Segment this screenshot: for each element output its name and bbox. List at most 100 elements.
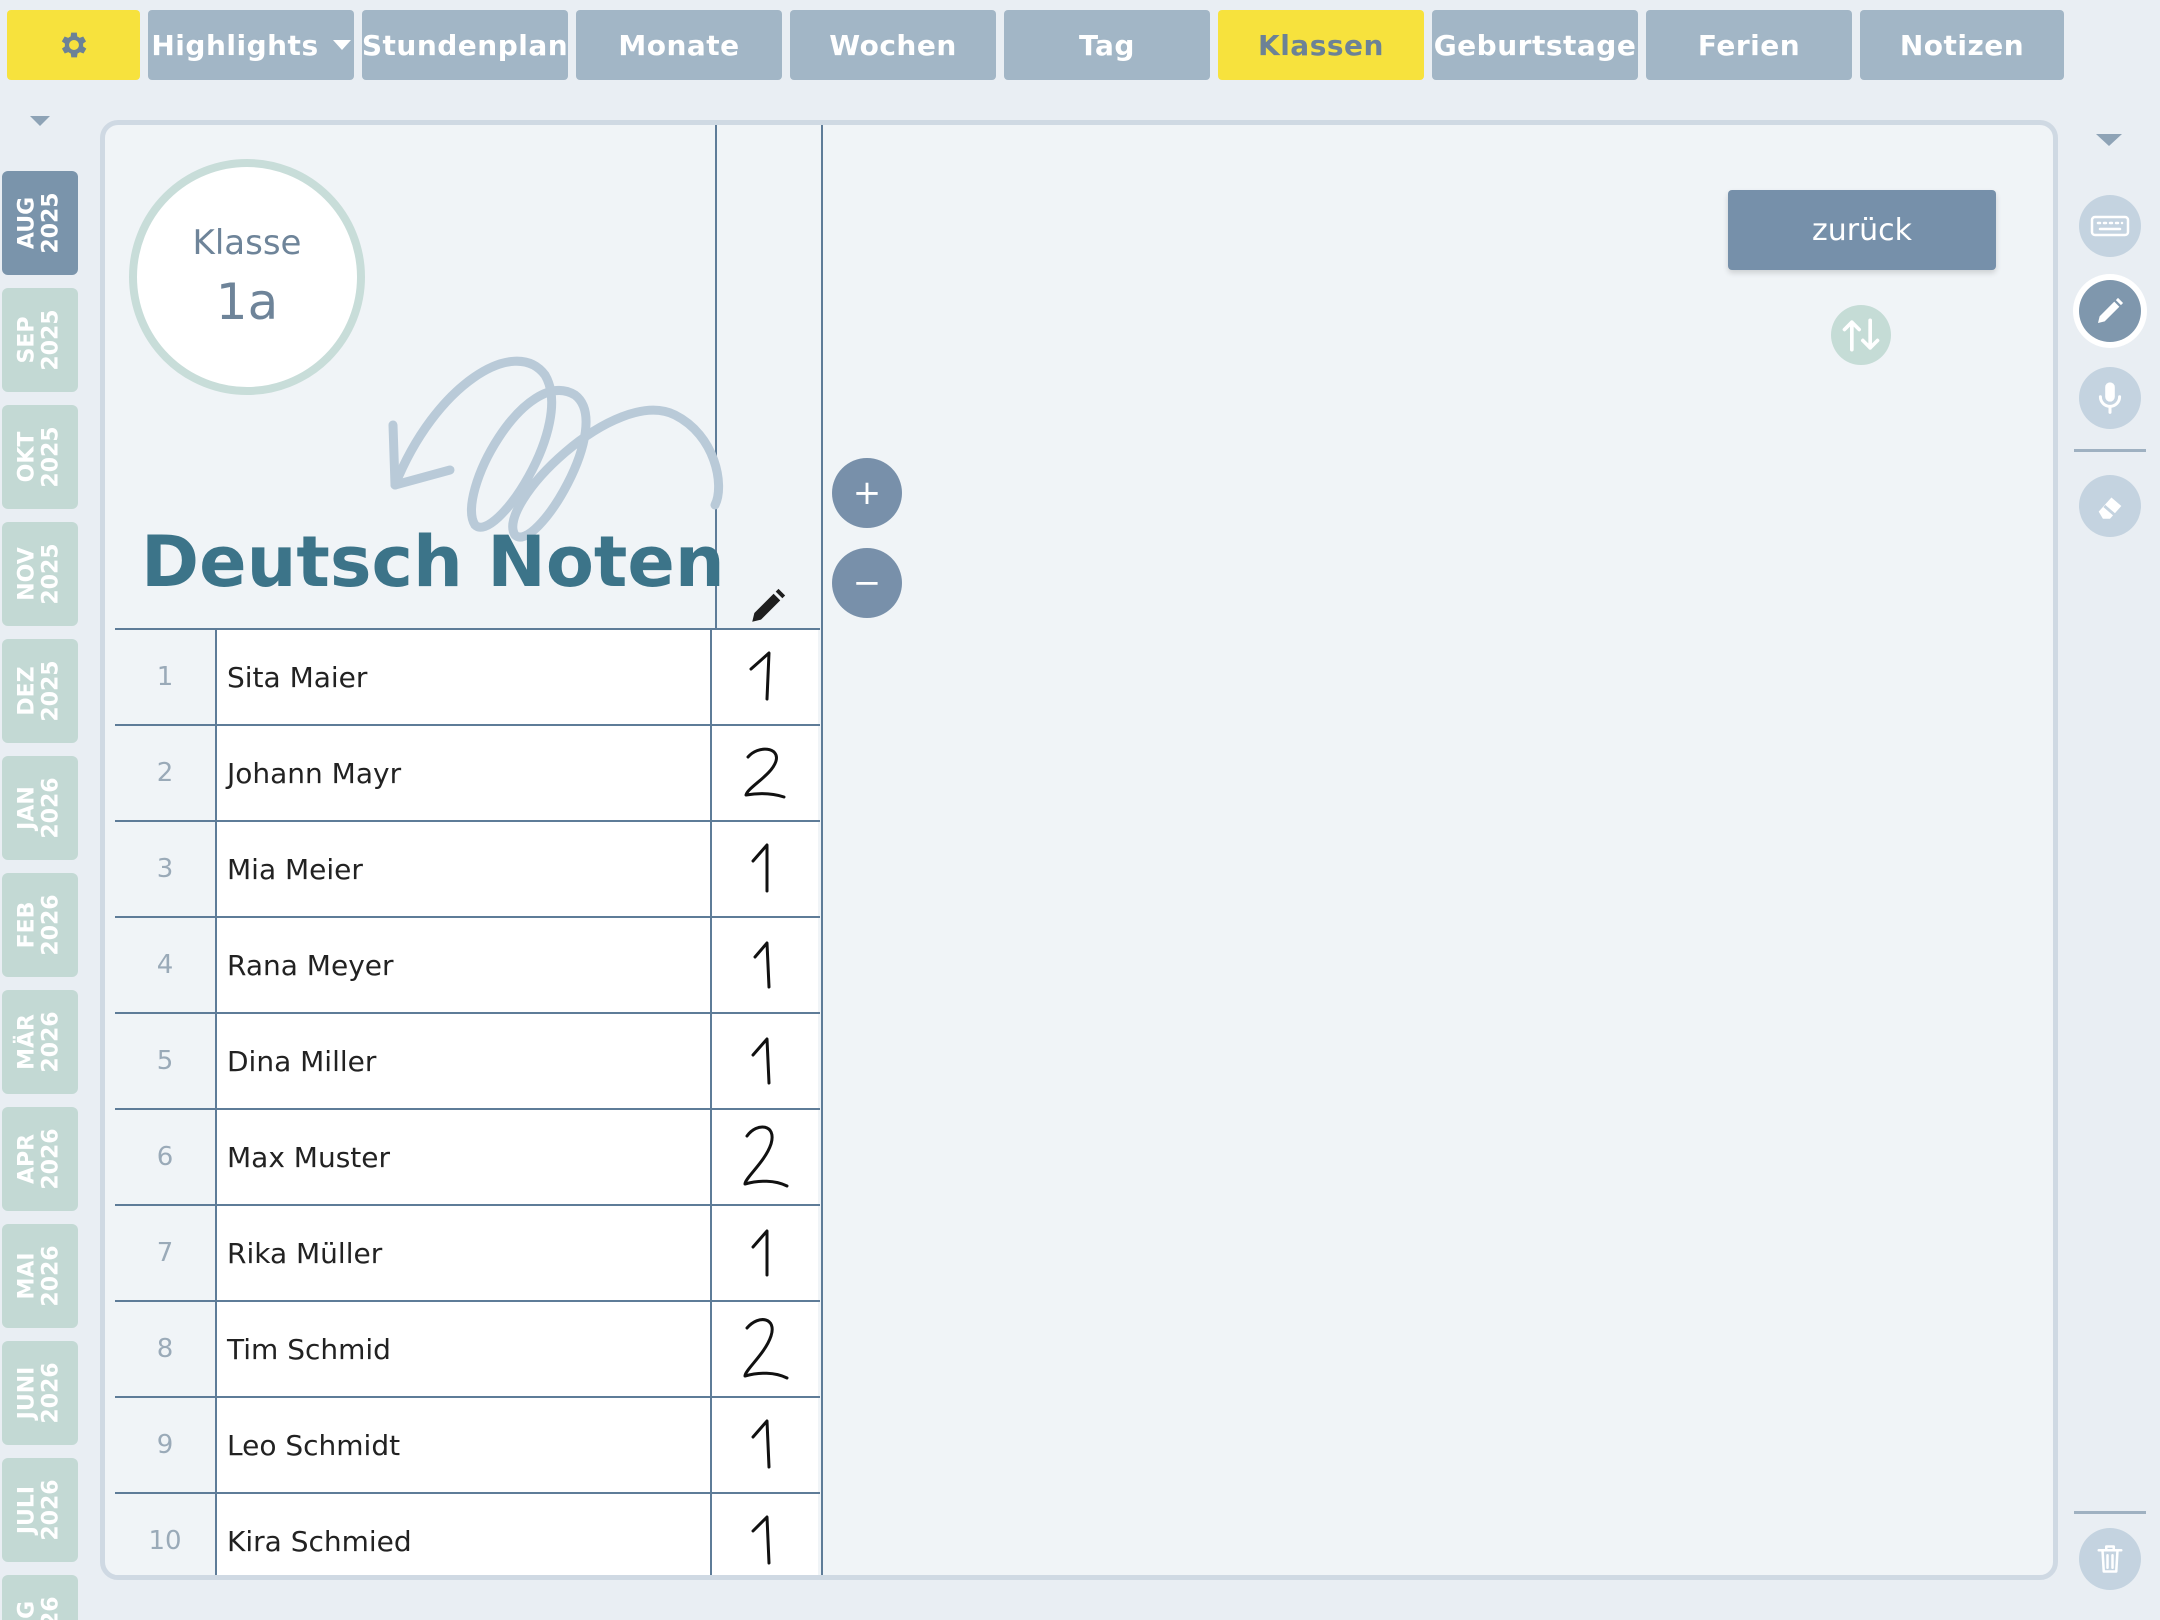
month-tab-juli-2026[interactable]: JULI 2026	[2, 1458, 78, 1562]
month-tab-sep-2025[interactable]: SEP 2025	[2, 288, 78, 392]
trash-icon	[2097, 1545, 2123, 1573]
remove-column-button[interactable]: −	[832, 548, 902, 618]
row-number: 1	[115, 630, 215, 724]
grade-list-panel: Klasse 1a Deutsch Noten 1 Sita Maier 2 J…	[100, 120, 2058, 1580]
month-year: 2026	[38, 777, 64, 839]
handwritten-grade-1	[751, 1419, 771, 1469]
student-name: Rika Müller	[215, 1206, 712, 1300]
grade-cell[interactable]	[712, 1014, 818, 1108]
month-year: 2026	[38, 894, 64, 956]
tab-klassen[interactable]: Klassen	[1218, 10, 1424, 80]
tab-label: Geburtstage	[1433, 28, 1637, 62]
tab-stundenplan[interactable]: Stundenplan	[362, 10, 568, 80]
month-tab-jan-2026[interactable]: JAN 2026	[2, 756, 78, 860]
month-tab-maer-2026[interactable]: MÄR 2026	[2, 990, 78, 1094]
tab-geburtstage[interactable]: Geburtstage	[1432, 10, 1638, 80]
row-number: 3	[115, 822, 215, 916]
table-row[interactable]: 4 Rana Meyer	[115, 916, 820, 1012]
month-year: 2026	[39, 1596, 64, 1620]
tab-notizen[interactable]: Notizen	[1860, 10, 2064, 80]
month-tab-aug-2025[interactable]: AUG 2025	[2, 171, 78, 275]
table-row[interactable]: 7 Rika Müller	[115, 1204, 820, 1300]
month-tab-mai-2026[interactable]: MAI 2026	[2, 1224, 78, 1328]
month-tab-feb-2026[interactable]: FEB 2026	[2, 873, 78, 977]
month-year: 2025	[38, 426, 64, 488]
tab-label: Ferien	[1697, 28, 1801, 62]
pencil-tool-button[interactable]	[2079, 280, 2141, 342]
month-year: 2025	[38, 192, 64, 254]
table-row[interactable]: 5 Dina Miller	[115, 1012, 820, 1108]
class-badge-label: Klasse	[192, 223, 302, 263]
row-number: 10	[115, 1494, 215, 1575]
tab-tag[interactable]: Tag	[1004, 10, 1210, 80]
tab-label: Highlights	[151, 28, 319, 62]
table-row[interactable]: 6 Max Muster	[115, 1108, 820, 1204]
month-tab-aug-2026[interactable]: AUG2026	[2, 1575, 78, 1620]
student-name: Sita Maier	[215, 630, 712, 724]
add-column-button[interactable]: +	[832, 458, 902, 528]
eraser-tool-button[interactable]	[2079, 475, 2141, 537]
back-button[interactable]: zurück	[1728, 190, 1996, 270]
microphone-tool-button[interactable]	[2079, 367, 2141, 429]
month-tab-apr-2026[interactable]: APR 2026	[2, 1107, 78, 1211]
class-badge-name: 1a	[215, 273, 279, 331]
month-tab-okt-2025[interactable]: OKT 2025	[2, 405, 78, 509]
grade-cell[interactable]	[712, 1302, 818, 1396]
grade-cell[interactable]	[712, 1494, 818, 1575]
tab-highlights[interactable]: Highlights	[148, 10, 354, 80]
tab-wochen[interactable]: Wochen	[790, 10, 996, 80]
month-label: APR	[14, 1133, 40, 1185]
grade-cell[interactable]	[712, 1206, 818, 1300]
grade-cell[interactable]	[712, 726, 818, 820]
student-name: Kira Schmied	[215, 1494, 712, 1575]
tab-label: Stundenplan	[361, 28, 569, 62]
table-row[interactable]: 1 Sita Maier	[115, 628, 820, 724]
handwritten-grade-1	[751, 1515, 771, 1565]
table-row[interactable]: 2 Johann Mayr	[115, 724, 820, 820]
tab-label: Tag	[1079, 28, 1135, 62]
handwritten-grade-1	[751, 1229, 769, 1277]
handwritten-grade-2	[744, 747, 786, 799]
top-navigation: Highlights Stundenplan Monate Wochen Tag…	[0, 0, 2160, 90]
tab-ferien[interactable]: Ferien	[1646, 10, 1852, 80]
month-label: JULI	[14, 1485, 40, 1535]
student-name: Max Muster	[215, 1110, 712, 1204]
month-tab-nov-2025[interactable]: NOV 2025	[2, 522, 78, 626]
settings-button[interactable]	[7, 10, 140, 80]
student-name: Rana Meyer	[215, 918, 712, 1012]
table-row[interactable]: 3 Mia Meier	[115, 820, 820, 916]
month-tab-dez-2025[interactable]: DEZ 2025	[2, 639, 78, 743]
sort-button[interactable]	[1831, 305, 1891, 365]
grade-cell[interactable]	[712, 822, 818, 916]
grade-cell[interactable]	[712, 630, 818, 724]
sort-arrows-icon	[1842, 318, 1880, 352]
grade-cell[interactable]	[712, 1110, 818, 1204]
edit-column-pencil-icon[interactable]	[747, 585, 789, 627]
delete-button[interactable]	[2079, 1528, 2141, 1590]
row-number: 6	[115, 1110, 215, 1204]
table-row[interactable]: 8 Tim Schmid	[115, 1300, 820, 1396]
handwritten-grade-2	[743, 1318, 789, 1380]
grade-cell[interactable]	[712, 1398, 818, 1492]
grade-cell[interactable]	[712, 918, 818, 1012]
month-year: 2026	[38, 1128, 64, 1190]
column-divider	[821, 125, 823, 1575]
plus-icon: +	[852, 473, 882, 513]
toolbar-collapse-toggle[interactable]	[2096, 134, 2122, 146]
month-label: OKT	[14, 431, 40, 483]
student-name: Leo Schmidt	[215, 1398, 712, 1492]
toolbar-divider	[2074, 449, 2146, 452]
table-row[interactable]: 10 Kira Schmied	[115, 1492, 820, 1575]
table-row[interactable]: 9 Leo Schmidt	[115, 1396, 820, 1492]
row-number: 5	[115, 1014, 215, 1108]
tab-monate[interactable]: Monate	[576, 10, 782, 80]
month-label: FEB	[14, 901, 40, 949]
month-collapse-toggle[interactable]	[30, 116, 50, 126]
keyboard-tool-button[interactable]	[2079, 195, 2141, 257]
keyboard-icon	[2090, 215, 2130, 237]
month-year: 2026	[38, 1011, 64, 1073]
student-name: Johann Mayr	[215, 726, 712, 820]
handwritten-grade-1	[751, 1037, 771, 1085]
month-label: MAI	[14, 1252, 40, 1300]
month-tab-juni-2026[interactable]: JUNI 2026	[2, 1341, 78, 1445]
